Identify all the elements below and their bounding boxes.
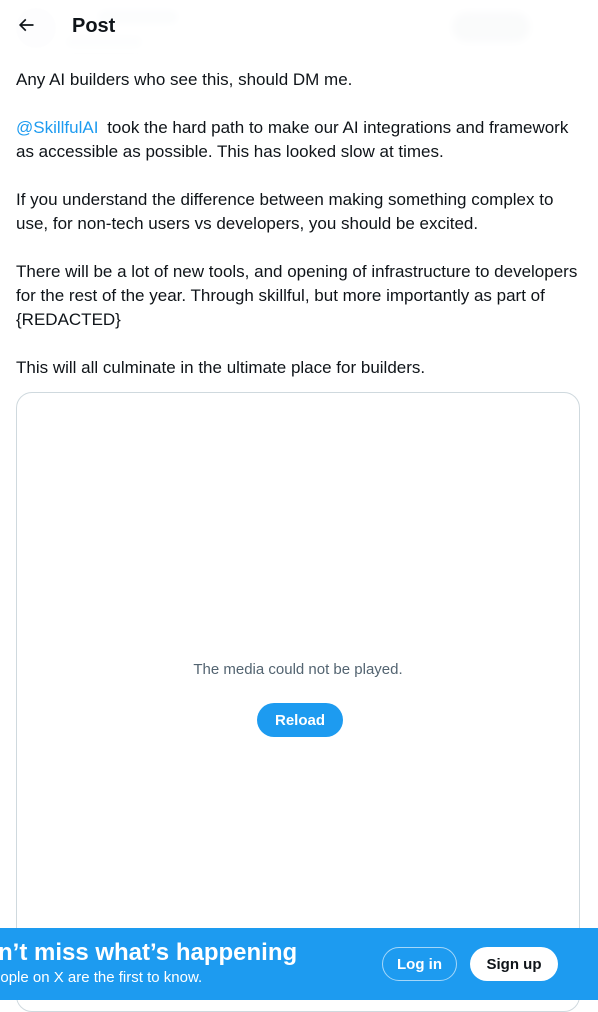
reload-button[interactable]: Reload	[257, 703, 343, 737]
tweet-paragraph: This will all culminate in the ultimate …	[16, 358, 426, 377]
tweet-paragraph: Any AI builders who see this, should DM …	[16, 70, 353, 89]
arrow-left-icon	[16, 15, 36, 40]
media-player[interactable]: The media could not be played. Reload	[16, 392, 580, 1012]
banner-title: Don’t miss what’s happening	[0, 939, 298, 966]
media-error-message: The media could not be played.	[193, 661, 403, 678]
signup-banner: Don’t miss what’s happening People on X …	[0, 928, 598, 1000]
tweet-paragraph: If you understand the difference between…	[16, 190, 554, 233]
back-button[interactable]	[8, 9, 44, 45]
tweet-paragraph: There will be a lot of new tools, and op…	[16, 262, 578, 329]
banner-subtitle: People on X are the first to know.	[0, 969, 203, 986]
tweet-paragraph: @SkillfulAI took the hard path to make o…	[16, 116, 582, 164]
signup-button[interactable]: Sign up	[470, 947, 558, 981]
page-title: Post	[72, 15, 116, 37]
tweet-paragraph-text: took the hard path to make our AI integr…	[16, 118, 569, 161]
tweet-text: Any AI builders who see this, should DM …	[16, 68, 582, 404]
login-button[interactable]: Log in	[382, 947, 457, 981]
mention-link[interactable]: @SkillfulAI	[16, 118, 98, 137]
top-header: Post	[0, 0, 598, 53]
